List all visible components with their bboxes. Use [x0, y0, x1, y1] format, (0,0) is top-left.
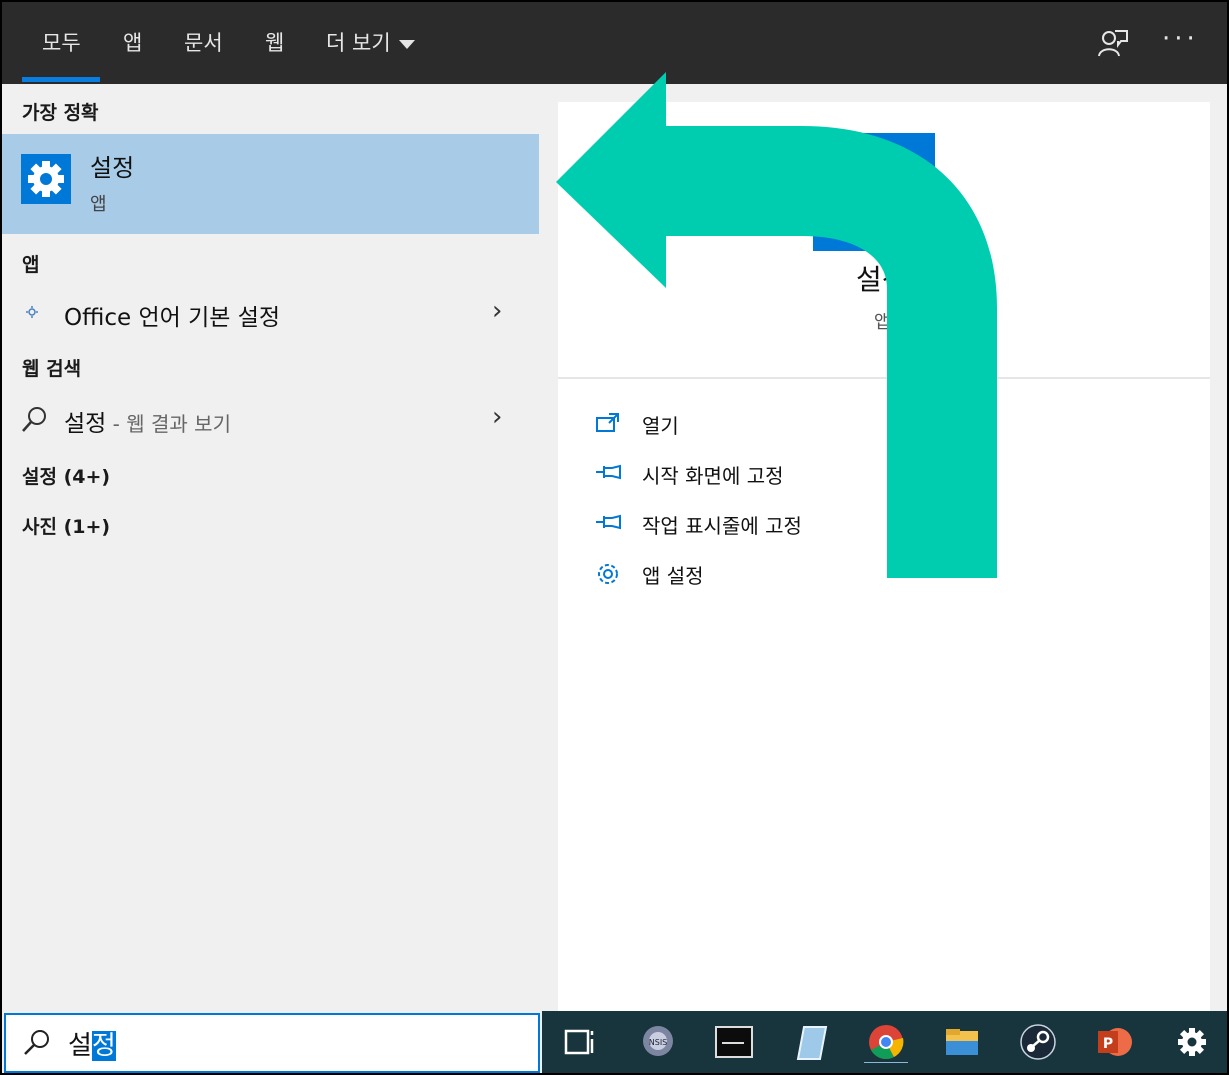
powerpoint-icon[interactable]: P [1092, 1021, 1136, 1063]
search-icon [22, 407, 46, 432]
best-match-result[interactable]: 설정 앱 [2, 134, 539, 234]
nsis-icon[interactable]: NSIS [636, 1021, 680, 1063]
terminal-icon[interactable] [712, 1021, 756, 1063]
tab-all[interactable]: 모두 [42, 28, 81, 58]
tab-more[interactable]: 더 보기 [326, 28, 415, 58]
taskbar: NSIS P [542, 1011, 1227, 1073]
search-text-plain: 설 [68, 1031, 92, 1061]
best-match-header: 가장 정확 [22, 102, 99, 124]
web-search-term: 설정 [64, 411, 107, 437]
search-input[interactable]: 설정 [68, 1025, 116, 1062]
start-search-window: 모두 앱 문서 웹 더 보기 ··· 가장 정확 설정 앱 앱 Office 언… [0, 0, 1229, 1075]
search-text-selected: 정 [91, 1031, 116, 1061]
office-language-icon [26, 306, 38, 318]
search-box[interactable]: 설정 [4, 1013, 540, 1073]
tab-more-label: 더 보기 [326, 31, 391, 55]
chrome-icon[interactable] [864, 1021, 908, 1063]
best-match-title: 설정 [90, 154, 135, 182]
annotation-arrow [556, 72, 997, 578]
tab-web[interactable]: 웹 [265, 28, 284, 58]
active-tab-indicator [22, 77, 100, 82]
photos-group-header[interactable]: 사진 (1+) [22, 512, 110, 539]
app-result-label: Office 언어 기본 설정 [64, 305, 281, 331]
steam-icon[interactable] [1016, 1021, 1060, 1063]
notepad-icon[interactable] [788, 1021, 832, 1063]
feedback-person-icon[interactable] [1095, 26, 1131, 62]
settings-gear-icon[interactable] [1170, 1021, 1214, 1063]
best-match-subtitle: 앱 [90, 194, 107, 215]
chevron-right-icon[interactable]: › [492, 402, 502, 432]
results-pane: 가장 정확 설정 앱 앱 Office 언어 기본 설정 › 웹 검색 설정 -… [2, 84, 540, 1011]
more-options-icon[interactable]: ··· [1162, 24, 1199, 54]
web-search-label: 설정 - 웹 결과 보기 [64, 404, 231, 438]
tab-documents[interactable]: 문서 [184, 28, 223, 58]
settings-group-header[interactable]: 설정 (4+) [22, 462, 110, 489]
file-explorer-icon[interactable] [940, 1021, 984, 1063]
web-search-suffix: - 웹 결과 보기 [106, 412, 231, 436]
apps-header: 앱 [22, 254, 40, 276]
search-icon [24, 1030, 49, 1055]
svg-text:P: P [1103, 1036, 1113, 1052]
app-result-office-language[interactable]: Office 언어 기본 설정 › [2, 290, 539, 336]
svg-text:NSIS: NSIS [649, 1038, 668, 1047]
web-search-result[interactable]: 설정 - 웹 결과 보기 › [2, 396, 539, 442]
task-view-icon[interactable] [558, 1021, 602, 1063]
web-search-header: 웹 검색 [22, 358, 82, 380]
tab-apps[interactable]: 앱 [123, 28, 142, 58]
chevron-down-icon [398, 39, 415, 49]
gear-icon [21, 154, 71, 204]
chevron-right-icon[interactable]: › [492, 296, 502, 326]
